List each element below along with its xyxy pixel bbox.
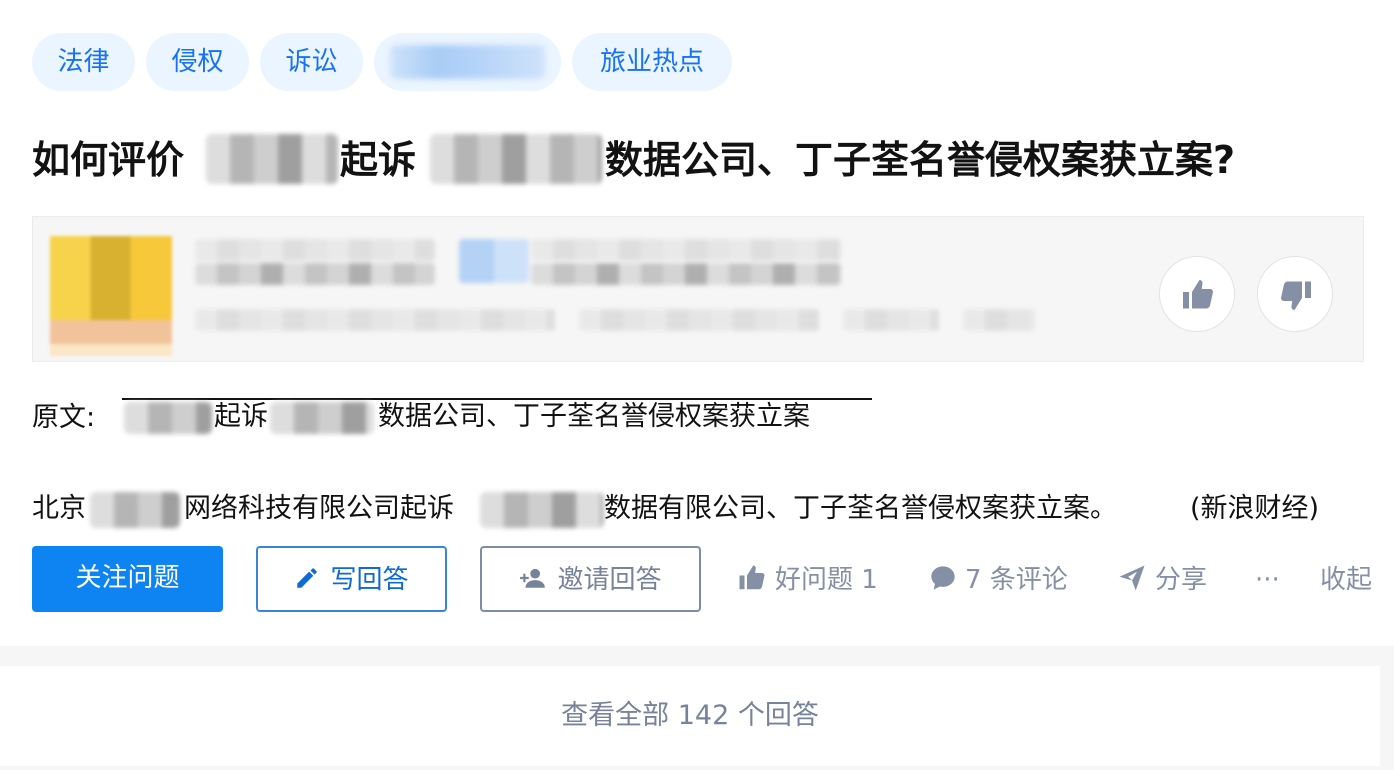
thumbs-up-icon bbox=[739, 565, 765, 589]
source-link[interactable]: 起诉 数据公司、丁子荃名誉侵权案获立案 bbox=[122, 398, 872, 434]
downvote-button[interactable] bbox=[1257, 256, 1333, 332]
upvote-button[interactable] bbox=[1159, 256, 1235, 332]
blurred-line bbox=[195, 263, 435, 285]
add-user-icon bbox=[520, 568, 546, 588]
thumbs-down-icon bbox=[1281, 281, 1311, 310]
blurred-line bbox=[195, 309, 555, 331]
tag-travel-hot[interactable]: 旅业热点 bbox=[572, 33, 732, 91]
blurred-line bbox=[531, 263, 841, 285]
redacted-company-2 bbox=[430, 134, 602, 184]
related-content-thumbnail bbox=[50, 236, 172, 356]
good-question-button[interactable]: 好问题 1 bbox=[737, 558, 878, 602]
pencil-icon bbox=[297, 567, 318, 588]
blurred-line bbox=[459, 239, 529, 283]
collapse-button[interactable]: 收起 bbox=[1320, 558, 1372, 602]
more-options-button[interactable]: ··· bbox=[1255, 558, 1280, 602]
comment-icon bbox=[931, 565, 955, 590]
tag-law[interactable]: 法律 bbox=[32, 33, 135, 91]
blurred-line bbox=[579, 309, 819, 331]
thumbs-up-icon bbox=[1183, 280, 1213, 309]
title-part-3: 数据公司、丁子荃名誉侵权案获立案? bbox=[605, 138, 1236, 182]
blurred-line bbox=[843, 309, 939, 331]
source-label: 原文: bbox=[32, 402, 96, 433]
comments-button[interactable]: 7 条评论 bbox=[929, 558, 1068, 602]
view-all-answers-button[interactable]: 查看全部 142 个回答 bbox=[0, 666, 1380, 766]
write-answer-button[interactable]: 写回答 bbox=[256, 546, 447, 612]
redacted-link-text-1 bbox=[124, 402, 212, 434]
title-part-1: 如何评价 bbox=[32, 138, 185, 182]
redacted-tag-text bbox=[390, 45, 545, 79]
tag-lawsuit[interactable]: 诉讼 bbox=[260, 33, 363, 91]
redacted-detail-text-1 bbox=[90, 492, 180, 528]
tag-infringement[interactable]: 侵权 bbox=[146, 33, 249, 91]
tag-redacted[interactable] bbox=[374, 33, 561, 91]
question-card: 法律 侵权 诉讼 旅业热点 如何评价 起诉 数据公司、丁子荃名誉侵权案获立案? bbox=[0, 0, 1394, 646]
invite-answer-button[interactable]: 邀请回答 bbox=[480, 546, 701, 612]
title-part-2: 起诉 bbox=[340, 138, 417, 182]
redacted-link-text-2 bbox=[270, 402, 374, 434]
redacted-company-1 bbox=[206, 134, 338, 184]
blurred-line bbox=[531, 239, 841, 261]
paper-plane-icon bbox=[1119, 565, 1145, 590]
blurred-line bbox=[963, 309, 1035, 331]
follow-question-button[interactable]: 关注问题 bbox=[32, 546, 223, 612]
redacted-detail-text-2 bbox=[480, 492, 604, 528]
share-button[interactable]: 分享 bbox=[1117, 558, 1207, 602]
blurred-line bbox=[195, 239, 435, 261]
